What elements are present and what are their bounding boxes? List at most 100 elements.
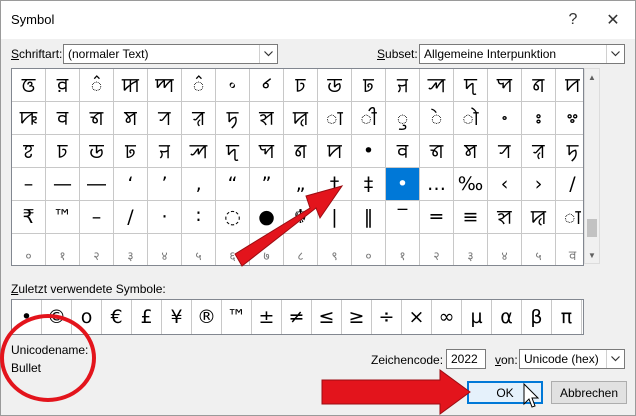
symbol-cell[interactable]: ꠶ (216, 69, 250, 102)
symbol-cell[interactable]: ꠪ (556, 102, 583, 135)
symbol-cell[interactable]: ‘ (114, 168, 148, 201)
subset-dropdown[interactable]: Allgemeine Interpunktion (419, 44, 625, 64)
symbol-cell[interactable]: ꠨ (488, 102, 522, 135)
symbol-cell[interactable]: ‹ (488, 168, 522, 201)
symbol-cell[interactable]: ५ (182, 234, 216, 265)
symbol-cell[interactable]: ꠝ (454, 135, 488, 168)
recent-symbol[interactable]: ™ (222, 300, 252, 334)
symbol-cell[interactable]: ꠣ (556, 201, 583, 234)
symbol-grid[interactable]: ꠃ ꠅ꠆ ꠇ ꠈ꠆ ꠶ ꠷ ꠑ ꠒ ꠓ ꠔ ꠕ ꠖ ꠗ ꠘ ꠙ ꠚ ꠛ ꠜ ꠝ ꠞ ꠟ ꠠ ꠡ ꠢꠣꠤꠥꠦꠧ ꠨ ꠩ ꠪ ꠐ ꠑ ꠒ ꠓ ꠔ ꠕ… (11, 68, 584, 266)
symbol-cell[interactable]: ꠙ (556, 69, 583, 102)
symbol-cell[interactable]: ꠟ (522, 135, 556, 168)
symbol-cell[interactable]: ꠢ (284, 102, 318, 135)
symbol-cell[interactable]: ꠒ (318, 69, 352, 102)
symbol-cell[interactable]: ४ (488, 234, 522, 265)
symbol-cell[interactable]: ‾ (386, 201, 420, 234)
symbol-cell[interactable]: ꠡ (250, 102, 284, 135)
symbol-cell[interactable]: ☬ (284, 201, 318, 234)
symbol-cell[interactable]: ꠘ (284, 135, 318, 168)
recent-symbol[interactable]: o (72, 300, 102, 334)
symbol-cell[interactable]: ꠢ (522, 201, 556, 234)
symbol-cell[interactable]: ≡ (454, 201, 488, 234)
symbol-cell[interactable]: ꠙ (318, 135, 352, 168)
von-dropdown[interactable]: Unicode (hex) (519, 349, 625, 369)
recent-symbol[interactable]: µ (462, 300, 492, 334)
close-button[interactable]: ✕ (593, 5, 633, 35)
symbol-cell[interactable]: ₹ (12, 201, 46, 234)
symbol-cell[interactable]: ꠘ (522, 69, 556, 102)
symbol-cell[interactable]: / (114, 201, 148, 234)
help-button[interactable]: ? (553, 5, 593, 35)
recent-symbol[interactable]: ± (252, 300, 282, 334)
symbol-cell[interactable]: ◌ (216, 201, 250, 234)
symbol-cell[interactable]: ५ (522, 234, 556, 265)
symbol-cell[interactable]: ꠈ (148, 69, 182, 102)
symbol-cell[interactable]: ꠧ (454, 102, 488, 135)
symbol-cell[interactable]: ꠖ (216, 135, 250, 168)
symbol-cell[interactable]: ꠦ (420, 102, 454, 135)
recent-symbol[interactable]: π (552, 300, 582, 334)
symbol-cell[interactable]: “ (216, 168, 250, 201)
symbol-cell[interactable]: ७ (250, 234, 284, 265)
symbol-cell[interactable]: ꠕ (182, 135, 216, 168)
symbol-cell[interactable]: २ (80, 234, 114, 265)
symbol-cell[interactable]: ꠥ (386, 102, 420, 135)
symbol-cell[interactable]: ꠜ (80, 102, 114, 135)
symbol-cell[interactable]: ꠗ (488, 69, 522, 102)
symbol-cell[interactable]: ꠤ (352, 102, 386, 135)
symbol-cell[interactable]: ० (352, 234, 386, 265)
symbol-cell[interactable]: २ (420, 234, 454, 265)
symbol-cell[interactable]: १ (386, 234, 420, 265)
symbol-cell[interactable]: ‰ (454, 168, 488, 201)
symbol-cell[interactable]: ꠅ (46, 69, 80, 102)
recent-symbol[interactable]: ¥ (162, 300, 192, 334)
symbol-cell[interactable]: ꠟ (182, 102, 216, 135)
symbol-cell[interactable]: ꠷ (250, 69, 284, 102)
font-dropdown[interactable]: (normaler Text) (63, 44, 278, 64)
symbol-cell[interactable]: ४ (148, 234, 182, 265)
symbol-cell[interactable]: ꠆ (80, 69, 114, 102)
symbol-cell[interactable]: ꠠ (216, 102, 250, 135)
symbol-cell[interactable]: • (386, 168, 420, 201)
recent-symbol[interactable]: ≥ (342, 300, 372, 334)
symbol-cell[interactable]: १ (46, 234, 80, 265)
symbol-cell[interactable]: ꠞ (148, 102, 182, 135)
symbol-cell[interactable]: ● (250, 201, 284, 234)
symbol-cell[interactable]: ६ (216, 234, 250, 265)
scroll-up-icon[interactable]: ▲ (585, 69, 599, 85)
symbol-cell[interactable]: ꠕ (420, 69, 454, 102)
ok-button[interactable]: OK (467, 381, 543, 404)
cancel-button[interactable]: Abbrechen (551, 381, 627, 404)
symbol-cell[interactable]: ꠛ (556, 234, 583, 265)
symbol-cell[interactable]: — (46, 168, 80, 201)
recent-symbol[interactable]: ≠ (282, 300, 312, 334)
scroll-down-icon[interactable]: ▼ (585, 247, 599, 263)
recent-symbol[interactable]: β (522, 300, 552, 334)
symbol-cell[interactable]: ꠑ (284, 69, 318, 102)
symbol-cell[interactable]: ꠛ (386, 135, 420, 168)
recent-symbol[interactable]: ≤ (312, 300, 342, 334)
symbol-cell[interactable]: ꠇ (114, 69, 148, 102)
symbol-cell[interactable]: ३ (114, 234, 148, 265)
symbol-cell[interactable]: ꠠ (556, 135, 583, 168)
scroll-thumb[interactable] (587, 219, 597, 237)
zeichencode-input[interactable]: 2022 (446, 349, 486, 369)
symbol-cell[interactable]: ꠑ (46, 135, 80, 168)
symbol-cell[interactable]: · (148, 201, 182, 234)
recent-symbol[interactable]: ® (192, 300, 222, 334)
symbol-cell[interactable]: ० (12, 234, 46, 265)
symbol-cell[interactable]: ꠩ (522, 102, 556, 135)
symbol-cell[interactable]: • (352, 135, 386, 168)
grid-scrollbar[interactable]: ▲ ▼ (584, 68, 600, 264)
symbol-cell[interactable]: ‡ (352, 168, 386, 201)
symbol-cell[interactable]: ∶ (182, 201, 216, 234)
symbol-cell[interactable]: ꠓ (114, 135, 148, 168)
recent-symbol[interactable]: € (102, 300, 132, 334)
symbol-cell[interactable]: ꠞ (488, 135, 522, 168)
symbol-cell[interactable]: ८ (284, 234, 318, 265)
symbol-cell[interactable]: | (318, 201, 352, 234)
symbol-cell[interactable]: ꠣ (318, 102, 352, 135)
recent-symbol[interactable]: × (402, 300, 432, 334)
symbol-cell[interactable]: ” (250, 168, 284, 201)
recent-symbol[interactable]: • (12, 300, 42, 334)
